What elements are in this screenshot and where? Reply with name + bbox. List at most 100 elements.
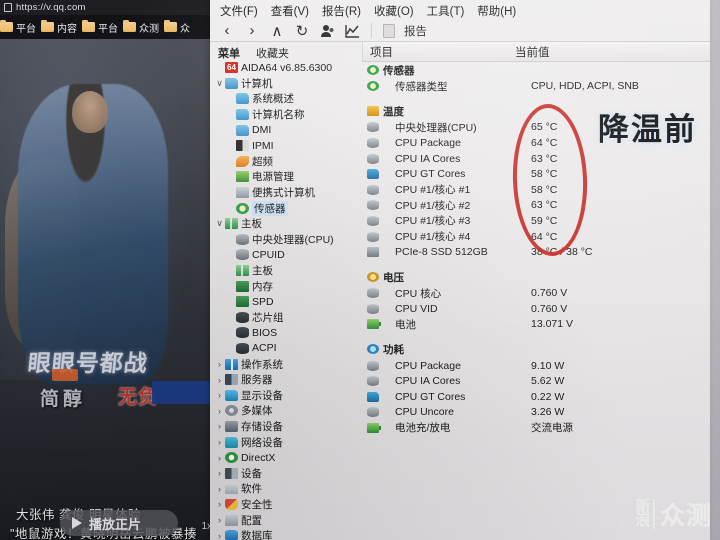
menu-file[interactable]: 文件(F) [220, 3, 258, 19]
sensor-item-row[interactable]: CPU IA Cores 63 °C [367, 151, 710, 167]
sensor-item-name: CPU IA Cores [395, 152, 461, 165]
cpu-icon [367, 376, 379, 387]
menu-tools[interactable]: 工具(T) [427, 3, 465, 19]
tree-item-28[interactable]: › 安全性 [214, 497, 362, 513]
tree-expander-icon[interactable]: › [214, 421, 225, 431]
tree-item-label: 超频 [252, 155, 273, 168]
tree-item-20[interactable]: › 服务器 [214, 372, 362, 388]
tree-item-1[interactable]: ∨ 计算机 [214, 76, 362, 92]
forward-icon[interactable]: › [244, 22, 260, 39]
tree-item-17[interactable]: BIOS [214, 325, 362, 341]
tree-expander-icon[interactable]: ∨ [214, 78, 225, 89]
tree-item-13[interactable]: 主板 [214, 263, 362, 279]
sensor-item-row[interactable]: CPU GT Cores 0.22 W [367, 389, 710, 405]
tree-expander-icon[interactable]: › [214, 437, 225, 447]
sensor-item-row[interactable]: CPU VID 0.760 V [367, 301, 710, 317]
tree-expander-icon[interactable]: › [214, 453, 225, 463]
sensor-item-row[interactable]: 传感器类型 CPU, HDD, ACPI, SNB [367, 79, 710, 95]
back-icon[interactable]: ‹ [219, 22, 235, 39]
sensor-item-name: CPU GT Cores [395, 168, 466, 181]
bookmark-item[interactable]: 平台 [82, 19, 118, 35]
sensor-item-row[interactable]: CPU GT Cores 58 °C [367, 166, 710, 182]
sensor-item-row[interactable]: CPU 核心 0.760 V [367, 285, 710, 301]
tree-item-23[interactable]: › 存储设备 [214, 419, 362, 435]
video-player[interactable]: 眼眼号都战 简醇 无负 大张伟 龚俊 明星体验 "地鼠游戏！黄晓明岳云鹏被暴揍 … [0, 39, 216, 540]
column-header-item[interactable]: 项目 [363, 44, 511, 60]
bookmark-item[interactable]: 内容 [41, 19, 77, 35]
user-icon[interactable] [319, 23, 335, 39]
tree-item-21[interactable]: › 显示设备 [214, 387, 362, 403]
tree-item-30[interactable]: › 数据库 [214, 528, 362, 540]
tree-expander-icon[interactable]: › [214, 390, 225, 400]
up-icon[interactable]: ∧ [269, 23, 285, 40]
report-page-icon[interactable] [383, 23, 395, 38]
tree-item-19[interactable]: › 操作系统 [214, 356, 362, 372]
tree-expander-icon[interactable]: › [214, 484, 225, 494]
tree-expander-icon[interactable]: › [214, 406, 225, 416]
sensor-item-row[interactable]: CPU #1/核心 #4 64 °C [367, 229, 710, 245]
sensor-item-value: 58 °C [531, 168, 558, 181]
tree-expander-icon[interactable]: › [214, 499, 225, 509]
tree-expander-icon[interactable]: ∨ [214, 218, 225, 229]
tree-item-14[interactable]: 内存 [214, 278, 362, 294]
device-icon [225, 467, 238, 479]
sensor-item-row[interactable]: CPU #1/核心 #2 63 °C [367, 198, 710, 214]
tree-item-5[interactable]: IPMI [214, 138, 362, 154]
bookmark-item[interactable]: 众 [164, 19, 190, 35]
sensor-group-row[interactable]: 电压 [367, 269, 710, 286]
tree-item-24[interactable]: › 网络设备 [214, 434, 362, 450]
sensor-item-row[interactable]: CPU #1/核心 #3 59 °C [367, 213, 710, 229]
sensor-group-row[interactable]: 传感器 [367, 62, 710, 79]
tree-expander-icon[interactable]: › [214, 359, 225, 369]
tree-expander-icon[interactable]: › [214, 515, 225, 525]
tree-item-27[interactable]: › 软件 [214, 481, 362, 497]
menu-favorites[interactable]: 收藏(O) [374, 3, 414, 19]
folder-icon [41, 19, 54, 32]
tree-item-0[interactable]: 64 AIDA64 v6.85.6300 [214, 60, 362, 76]
tree-item-label: 电源管理 [252, 171, 294, 184]
sensor-item-row[interactable]: CPU Package 9.10 W [367, 358, 710, 374]
tree-item-26[interactable]: › 设备 [214, 465, 362, 481]
tree-expander-icon[interactable]: › [214, 468, 225, 478]
sensor-item-row[interactable]: 电池充/放电 交流电源 [367, 420, 710, 436]
sensor-group-row[interactable]: 功耗 [367, 341, 710, 358]
tree-item-25[interactable]: › DirectX [214, 450, 362, 466]
column-header-value[interactable]: 当前值 [511, 44, 550, 60]
tree-item-6[interactable]: 超频 [214, 154, 362, 170]
tree-item-10[interactable]: ∨ 主板 [214, 216, 362, 232]
sensor-item-name: 传感器类型 [395, 80, 448, 93]
tree-item-16[interactable]: 芯片组 [214, 310, 362, 326]
sensor-item-row[interactable]: CPU #1/核心 #1 58 °C [367, 182, 710, 198]
tree-item-18[interactable]: ACPI [214, 341, 362, 357]
bookmark-item[interactable]: 平台 [0, 19, 36, 35]
tree-item-7[interactable]: 电源管理 [214, 169, 362, 185]
menu-help[interactable]: 帮助(H) [477, 3, 516, 19]
menu-view[interactable]: 查看(V) [271, 3, 309, 19]
report-label[interactable]: 报告 [404, 23, 427, 39]
sensor-item-row[interactable]: 电池 13.071 V [367, 317, 710, 333]
tree-item-15[interactable]: SPD [214, 294, 362, 310]
tree-expander-icon[interactable]: › [214, 531, 225, 540]
aida64-window: 文件(F) 查看(V) 报告(R) 收藏(O) 工具(T) 帮助(H) ‹ › … [210, 0, 710, 540]
tree-item-12[interactable]: CPUID [214, 247, 362, 263]
sensor-item-row[interactable]: CPU Uncore 3.26 W [367, 405, 710, 421]
play-full-video-button[interactable]: 播放正片 [60, 510, 178, 536]
tree-item-8[interactable]: 便携式计算机 [214, 185, 362, 201]
refresh-icon[interactable]: ↻ [294, 23, 310, 40]
tree-item-label: CPUID [252, 248, 285, 261]
tree-item-22[interactable]: › 多媒体 [214, 403, 362, 419]
tree-item-11[interactable]: 中央处理器(CPU) [214, 232, 362, 248]
tree-expander-icon[interactable]: › [214, 375, 225, 385]
tree-item-4[interactable]: DMI [214, 122, 362, 138]
sensor-item-row[interactable]: CPU IA Cores 5.62 W [367, 373, 710, 389]
tree-item-29[interactable]: › 配置 [214, 512, 362, 528]
bookmark-item[interactable]: 众测 [123, 19, 159, 35]
tree-item-2[interactable]: 系统概述 [214, 91, 362, 107]
chart-icon[interactable] [344, 23, 360, 39]
tree-item-3[interactable]: 计算机名称 [214, 107, 362, 123]
tree-item-9[interactable]: 传感器 [214, 200, 362, 216]
browser-address-bar[interactable]: https://v.qq.com [0, 0, 216, 15]
menu-report[interactable]: 报告(R) [322, 3, 361, 19]
sensor-item-row[interactable]: PCIe-8 SSD 512GB 38 °C / 38 °C [367, 244, 710, 260]
url-text[interactable]: https://v.qq.com [16, 2, 86, 13]
